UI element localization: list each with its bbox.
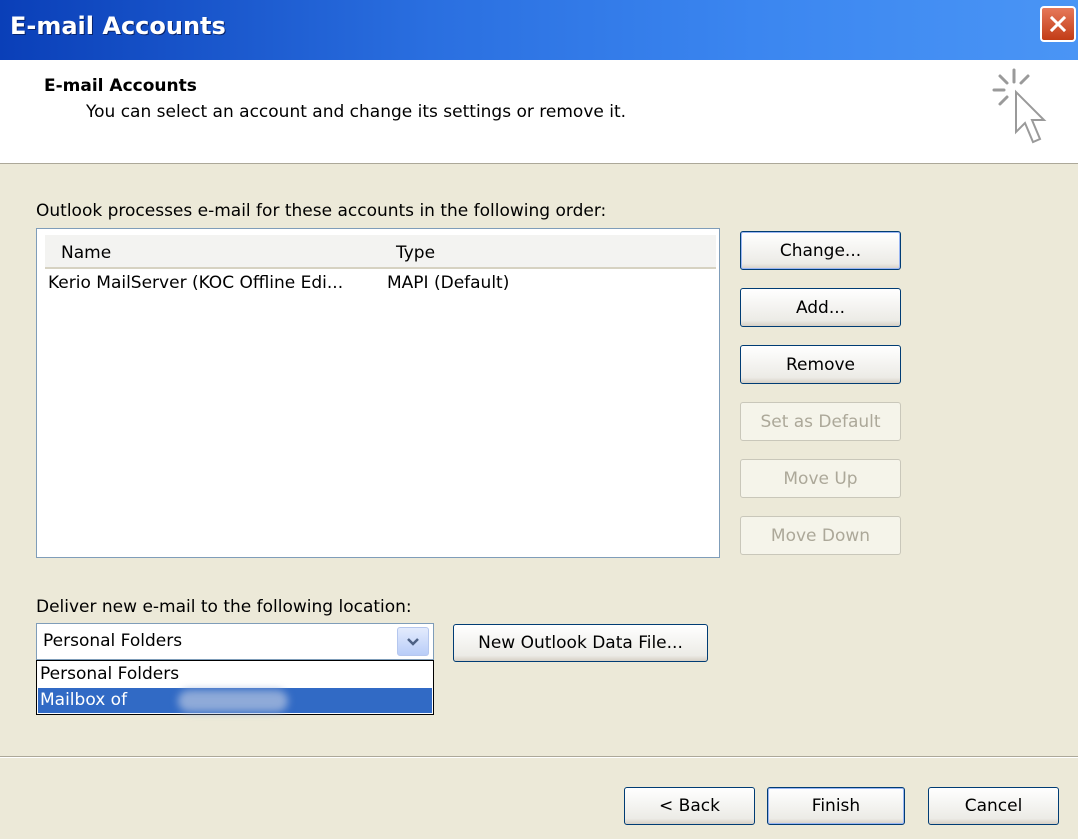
column-header-type[interactable]: Type — [376, 235, 716, 269]
page-subtitle: You can select an account and change its… — [86, 102, 627, 122]
delivery-location-dropdown: Personal Folders Mailbox of — [36, 660, 434, 715]
new-outlook-data-file-button[interactable]: New Outlook Data File... — [453, 624, 708, 662]
close-button[interactable] — [1040, 6, 1076, 42]
wizard-cursor-icon — [992, 68, 1047, 144]
change-button-label: Change... — [779, 240, 862, 261]
account-row-name[interactable]: Kerio MailServer (KOC Offline Edi... — [48, 273, 343, 293]
change-button[interactable]: Change... — [740, 231, 901, 270]
title-bar: E-mail Accounts — [0, 0, 1078, 60]
close-icon — [1049, 15, 1067, 33]
finish-button-label: Finish — [811, 796, 861, 816]
set-as-default-button[interactable]: Set as Default — [740, 402, 901, 441]
page-title: E-mail Accounts — [44, 76, 197, 96]
move-up-button[interactable]: Move Up — [740, 459, 901, 498]
remove-button-label: Remove — [786, 354, 855, 375]
accounts-list-label: Outlook processes e-mail for these accou… — [36, 201, 607, 221]
delivery-location-select[interactable]: Personal Folders — [36, 623, 434, 660]
remove-button[interactable]: Remove — [740, 345, 901, 384]
delivery-label: Deliver new e-mail to the following loca… — [36, 597, 412, 617]
redacted-name — [178, 690, 288, 712]
move-down-button-label: Move Down — [770, 525, 871, 546]
dropdown-option-personal-folders[interactable]: Personal Folders — [38, 662, 432, 687]
move-down-button[interactable]: Move Down — [740, 516, 901, 555]
wizard-header: E-mail Accounts You can select an accoun… — [0, 60, 1078, 164]
back-button-label: < Back — [659, 796, 720, 816]
move-up-button-label: Move Up — [783, 468, 858, 489]
cancel-button-label: Cancel — [964, 796, 1023, 816]
account-row-type[interactable]: MAPI (Default) — [387, 273, 509, 293]
footer-divider — [0, 756, 1078, 758]
finish-button[interactable]: Finish — [767, 787, 905, 825]
set-as-default-button-label: Set as Default — [760, 411, 881, 432]
dropdown-arrow-button[interactable] — [397, 627, 429, 656]
window-title: E-mail Accounts — [10, 12, 226, 40]
back-button[interactable]: < Back — [624, 787, 755, 825]
add-button[interactable]: Add... — [740, 288, 901, 327]
column-header-name[interactable]: Name — [45, 235, 411, 269]
cancel-button[interactable]: Cancel — [928, 787, 1059, 825]
delivery-location-value: Personal Folders — [43, 631, 183, 651]
dropdown-arrow-icon — [407, 637, 419, 646]
dropdown-option-mailbox-label: Mailbox of — [40, 690, 128, 710]
add-button-label: Add... — [795, 297, 846, 318]
dropdown-option-mailbox[interactable]: Mailbox of — [38, 688, 432, 713]
new-outlook-data-file-label: New Outlook Data File... — [478, 633, 683, 653]
